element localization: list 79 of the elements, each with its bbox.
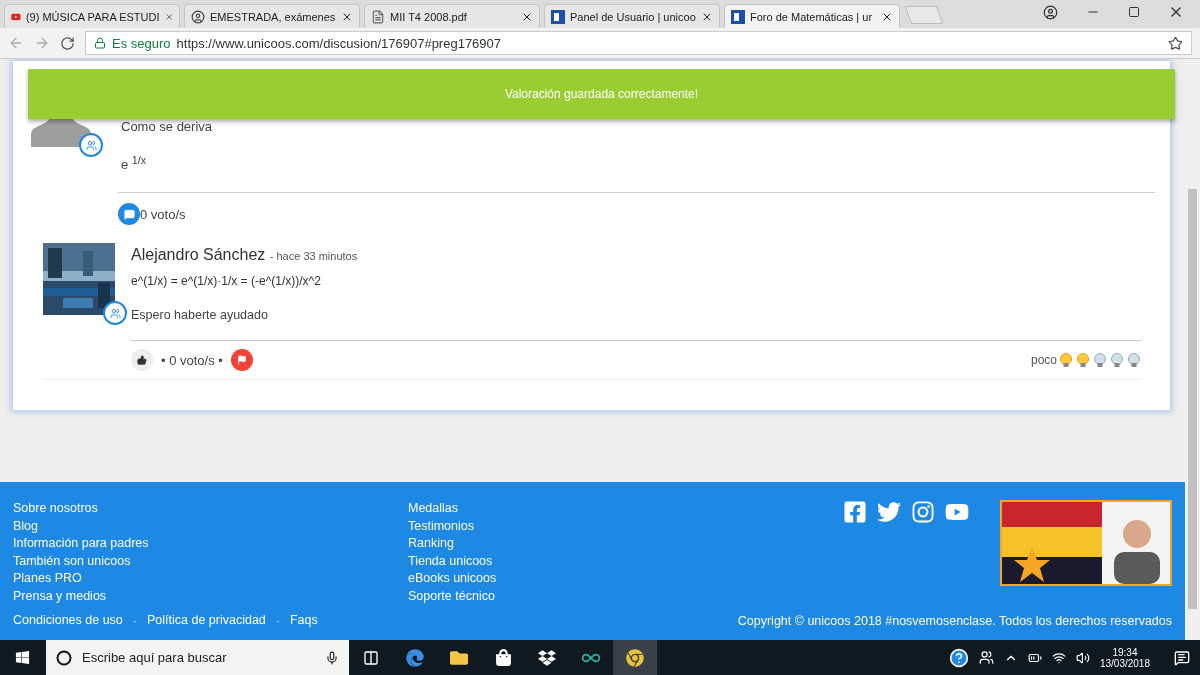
scrollbar-thumb[interactable] [1188, 189, 1197, 609]
search-icon [56, 649, 72, 666]
footer-link[interactable]: Prensa y medios [13, 587, 408, 606]
thumbs-up-icon [137, 355, 147, 366]
security-label: Es seguro [112, 35, 171, 51]
bookmark-icon[interactable] [1168, 35, 1183, 51]
twitter-icon[interactable] [877, 500, 901, 524]
footer-link[interactable]: Ranking [408, 535, 803, 553]
copyright-text: Copyright © unicoos 2018 #nosvemosenclase. Todos los derechos reservados [737, 614, 1172, 629]
footer-link[interactable]: Planes PRO [13, 570, 408, 588]
browser-tab[interactable]: (9) MÚSICA PARA ESTUDI [4, 4, 180, 28]
notifications-icon[interactable] [1174, 649, 1190, 666]
people-icon [85, 139, 97, 151]
post-time: - hace 33 minutos [269, 250, 358, 263]
footer-link[interactable]: Política de privacidad [146, 612, 266, 630]
browser-tab[interactable]: Panel de Usuario | unicoo [544, 4, 720, 28]
bulb-icon[interactable] [1076, 352, 1090, 368]
vote-count: • 0 voto/s • [161, 352, 223, 368]
bulb-icon[interactable] [1059, 352, 1073, 368]
footer-link[interactable]: Tienda unicoos [408, 552, 803, 571]
clock[interactable]: 19:34 13/03/2018 [1099, 646, 1150, 669]
footer-link[interactable]: Condiciones de uso [13, 612, 123, 630]
reload-icon[interactable] [60, 35, 75, 51]
bulb-icon[interactable] [1110, 352, 1124, 368]
logo-icon [731, 9, 745, 24]
facebook-icon[interactable] [843, 500, 867, 524]
people-icon[interactable] [978, 650, 994, 665]
flag-icon [236, 355, 247, 366]
volume-icon[interactable] [1075, 650, 1090, 665]
edge-icon [406, 648, 424, 667]
separator-dot: · [132, 614, 137, 629]
rating-label: poco [1030, 353, 1057, 368]
question-formula: e $^{1/x}$ [121, 154, 148, 173]
footer-link[interactable]: Sobre nosotros [13, 500, 408, 518]
report-button[interactable] [230, 349, 253, 372]
footer-link[interactable]: eBooks unicoos [408, 570, 803, 588]
store-icon [494, 649, 512, 666]
comment-button[interactable] [118, 203, 140, 226]
footer-link[interactable]: También son unicoos [13, 552, 408, 571]
dropbox-icon [538, 648, 556, 667]
chrome-icon [626, 648, 644, 667]
footer-link[interactable]: Información para padres [13, 535, 408, 553]
document-icon [371, 9, 385, 24]
browser-tab[interactable]: Foro de Matemáticas | ur [724, 4, 900, 28]
answer-text: e^(1/x) = e^(1/x)·1/x = (-e^(1/x))/x^2 [131, 274, 322, 289]
instagram-icon[interactable] [911, 500, 935, 524]
answer-text: Espero haberte ayudado [131, 308, 269, 323]
notification-banner: Valoración guardada correctamente! [28, 69, 1175, 119]
logo-icon [551, 9, 565, 24]
bulb-icon[interactable] [1093, 352, 1107, 368]
footer-link[interactable]: Faqs [289, 612, 318, 630]
footer-link[interactable]: Medallas [408, 500, 803, 518]
footer-link[interactable]: Testimonios [408, 517, 803, 536]
restore-icon[interactable] [1128, 6, 1140, 18]
browser-tab[interactable]: MII T4 2008.pdf [364, 4, 540, 28]
like-button[interactable] [131, 349, 153, 372]
lock-icon [94, 37, 106, 49]
profile-icon[interactable] [1043, 4, 1058, 20]
footer-link[interactable]: Soporte técnico [408, 587, 803, 606]
browser-tab[interactable]: EMESTRADA, exámenes [184, 4, 360, 28]
help-icon[interactable] [948, 647, 969, 668]
microphone-icon[interactable] [325, 650, 339, 665]
wifi-icon[interactable] [1051, 650, 1066, 665]
bulb-icon[interactable] [1127, 352, 1141, 368]
vote-count: 0 voto/s [140, 206, 186, 222]
url-text: https://www.unicoos.com/discusion/176907#preg176907 [176, 35, 503, 51]
separator-dot: · [275, 614, 280, 629]
search-field[interactable]: Escribe aquí para buscar [46, 640, 349, 675]
comment-icon [123, 208, 135, 220]
task-view-icon [363, 649, 379, 666]
question-title: Como se deriva [121, 119, 214, 134]
folder-icon [450, 648, 468, 667]
windows-icon [14, 650, 30, 665]
chrome-button[interactable] [613, 640, 657, 675]
people-icon [109, 307, 121, 319]
person-icon [191, 9, 205, 24]
author-name[interactable]: Alejandro Sánchez [131, 246, 266, 264]
address-bar[interactable]: Es seguro https://www.unicoos.com/discusion/176907#preg176907 [85, 31, 1192, 55]
footer-link[interactable]: Blog [13, 517, 408, 536]
